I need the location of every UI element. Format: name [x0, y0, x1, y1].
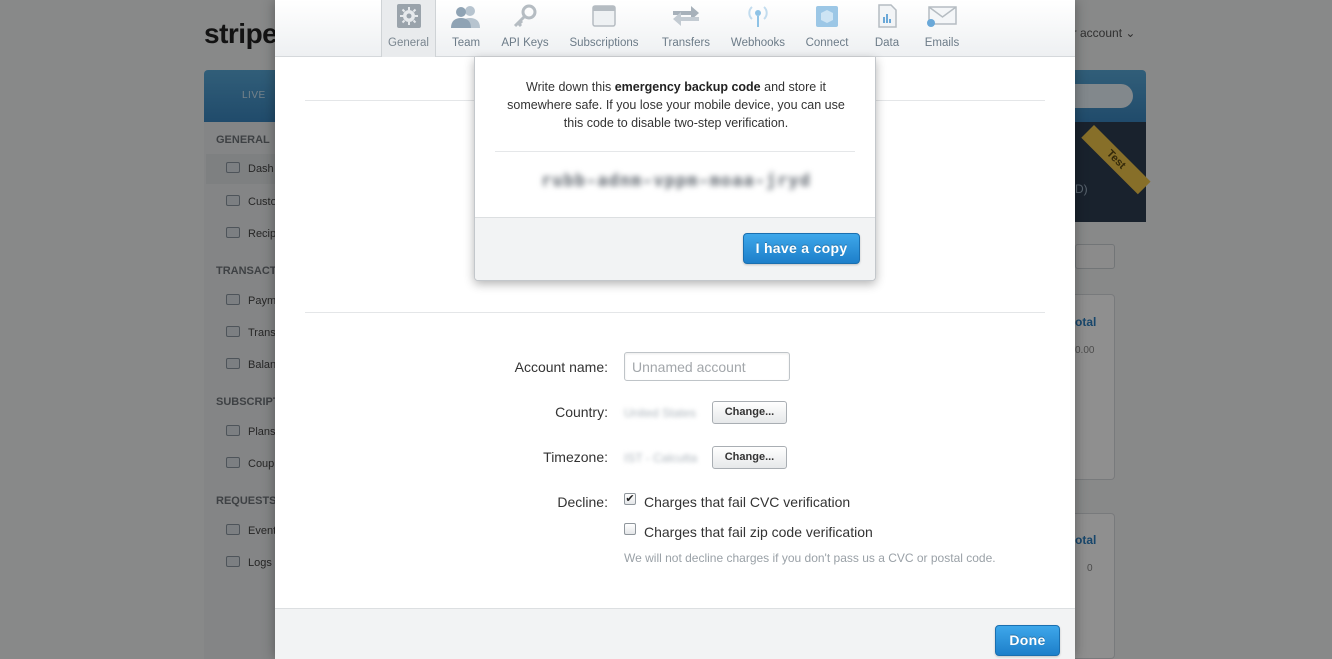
timezone-label: Timezone:	[543, 449, 608, 465]
tab-label: Webhooks	[730, 37, 786, 49]
document-chart-icon	[878, 4, 897, 28]
tab-team[interactable]: Team	[443, 0, 489, 57]
checkmark-icon: ✔	[625, 493, 635, 505]
i-have-a-copy-button[interactable]: I have a copy	[743, 233, 860, 264]
timezone-value: IST - Calcutta	[624, 451, 698, 465]
broadcast-icon	[748, 6, 768, 27]
tab-api-keys[interactable]: API Keys	[496, 0, 554, 57]
divider	[495, 151, 855, 152]
decline-cvc-label[interactable]: Charges that fail CVC verification	[644, 494, 850, 510]
decline-label: Decline:	[557, 494, 608, 510]
tab-label: Data	[874, 37, 900, 49]
popover-footer: I have a copy	[475, 217, 875, 280]
envelope-icon	[927, 6, 957, 27]
tab-label: Team	[451, 37, 481, 49]
modal-footer: Done	[275, 608, 1075, 659]
change-timezone-button[interactable]: Change...	[712, 446, 787, 469]
backup-code: rubb-adnm-vppm-moaa-jryd	[541, 171, 811, 191]
tab-label: API Keys	[501, 37, 549, 49]
message-emphasis: emergency backup code	[614, 80, 761, 94]
tab-label: Connect	[805, 37, 849, 49]
calendar-icon	[592, 5, 616, 27]
tab-emails[interactable]: Emails	[922, 0, 962, 57]
account-name-label: Account name:	[514, 359, 608, 375]
tab-label: General	[388, 37, 429, 49]
done-button[interactable]: Done	[995, 625, 1060, 656]
tab-connect[interactable]: Connect	[801, 0, 853, 57]
backup-code-popover: Write down this emergency backup code an…	[474, 57, 876, 281]
change-country-button[interactable]: Change...	[712, 401, 787, 424]
tab-label: Transfers	[661, 37, 711, 49]
message-text: Write down this	[526, 80, 615, 94]
backup-code-message: Write down this emergency backup code an…	[497, 78, 855, 132]
country-label: Country:	[555, 404, 608, 420]
country-value: United States	[624, 406, 697, 420]
divider	[305, 312, 1045, 313]
key-icon	[513, 4, 537, 28]
team-icon	[451, 6, 480, 28]
tab-label: Subscriptions	[569, 37, 639, 49]
tab-general[interactable]: General	[381, 0, 436, 57]
decline-hint: We will not decline charges if you don't…	[624, 551, 996, 565]
cube-icon	[816, 6, 838, 27]
tab-webhooks[interactable]: Webhooks	[726, 0, 790, 57]
tab-transfers[interactable]: Transfers	[656, 0, 716, 57]
tab-subscriptions[interactable]: Subscriptions	[563, 0, 645, 57]
account-name-input[interactable]	[624, 352, 790, 381]
gear-icon	[396, 4, 421, 28]
transfer-arrows-icon	[673, 6, 699, 26]
settings-tabs: General Team API Keys Subscriptions Tran…	[275, 0, 1075, 57]
decline-cvc-checkbox[interactable]: ✔	[624, 493, 636, 505]
decline-zip-checkbox[interactable]	[624, 523, 636, 535]
tab-data[interactable]: Data	[869, 0, 905, 57]
tab-label: Emails	[924, 37, 960, 49]
decline-zip-label[interactable]: Charges that fail zip code verification	[644, 524, 873, 540]
